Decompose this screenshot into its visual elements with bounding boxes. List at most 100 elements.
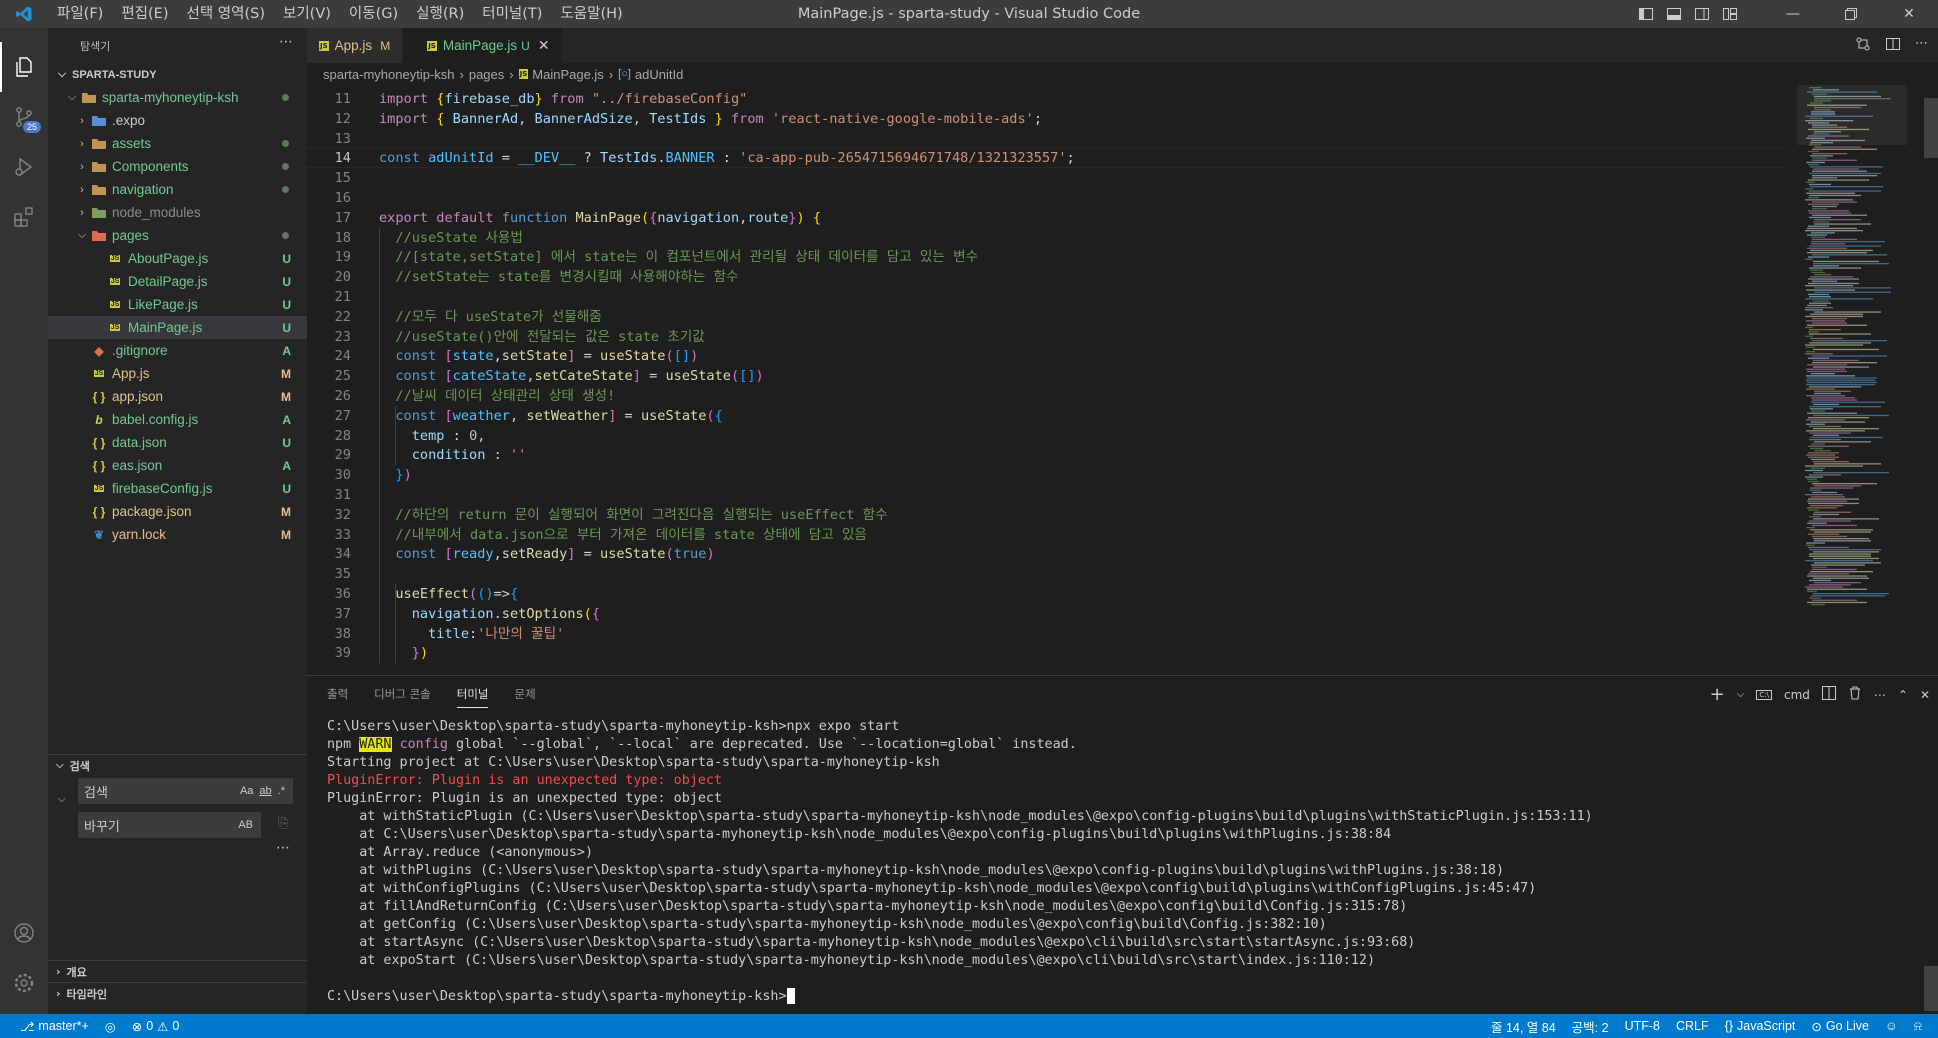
file-item[interactable]: ◆ .gitignore A: [48, 339, 307, 362]
minimize-button[interactable]: —: [1764, 0, 1822, 28]
close-tab-icon[interactable]: ✕: [538, 37, 550, 54]
panel-tab[interactable]: 문제: [514, 686, 535, 702]
folder-item[interactable]: ⌵ pages: [48, 224, 307, 247]
line-ending[interactable]: CRLF: [1668, 1014, 1717, 1038]
menu-item[interactable]: 터미널(T): [473, 0, 551, 28]
preserve-case-icon[interactable]: AB: [238, 819, 253, 831]
file-item[interactable]: JS firebaseConfig.js U: [48, 477, 307, 500]
menu-item[interactable]: 실행(R): [407, 0, 473, 28]
timeline-section[interactable]: › 타임라인: [48, 982, 307, 1004]
restore-button[interactable]: [1822, 0, 1880, 28]
sync-status[interactable]: ◎: [97, 1014, 124, 1038]
trash-icon[interactable]: [1848, 686, 1862, 703]
panel-tab[interactable]: 디버그 콘솔: [374, 686, 431, 702]
menu-item[interactable]: 파일(F): [48, 0, 112, 28]
code-editor[interactable]: 11 import {firebase_db} from "../firebase…: [307, 85, 1797, 675]
replace-input[interactable]: 바꾸기 AB: [78, 812, 261, 838]
chevron-down-icon[interactable]: ⌵: [1737, 689, 1745, 700]
terminal-scrollbar[interactable]: [1924, 966, 1938, 1011]
editor-scrollbar[interactable]: [1924, 85, 1938, 675]
file-item[interactable]: { } data.json U: [48, 431, 307, 454]
breadcrumb-item[interactable]: adUnitId: [635, 67, 683, 82]
shell-name[interactable]: cmd: [1784, 688, 1810, 702]
go-live-button[interactable]: ⊙ Go Live: [1803, 1014, 1877, 1038]
more-actions-icon[interactable]: ⋯: [279, 34, 293, 50]
split-terminal-icon[interactable]: [1821, 686, 1836, 703]
tab-app-js[interactable]: JS App.js M: [307, 28, 404, 63]
scrollbar-thumb[interactable]: [1924, 98, 1938, 158]
more-actions-icon[interactable]: ⋯: [1874, 688, 1886, 702]
folder-item[interactable]: › Components: [48, 155, 307, 178]
file-item[interactable]: { } package.json M: [48, 500, 307, 523]
file-item[interactable]: JS MainPage.js U: [48, 316, 307, 339]
terminal-cursor: [786, 988, 795, 1004]
status-bar: ⎇ master*+ ◎ ⊗ 0 ⚠ 0 줄 14, 열 84 공백: 2 UT…: [0, 1014, 1938, 1038]
menu-item[interactable]: 선택 영역(S): [178, 0, 275, 28]
file-item[interactable]: JS DetailPage.js U: [48, 270, 307, 293]
settings-gear-icon[interactable]: [0, 958, 48, 1008]
regex-icon[interactable]: .*: [278, 785, 285, 797]
breadcrumb-item[interactable]: pages: [469, 67, 504, 82]
maximize-panel-icon[interactable]: ⌃: [1898, 688, 1908, 702]
accounts-icon[interactable]: [0, 908, 48, 958]
menu-item[interactable]: 도움말(H): [551, 0, 631, 28]
run-debug-icon[interactable]: [0, 142, 48, 192]
tree-item-label: firebaseConfig.js: [112, 481, 213, 496]
feedback-icon[interactable]: ☺: [1877, 1014, 1906, 1038]
replace-all-icon[interactable]: ⎘: [278, 816, 288, 831]
toggle-secondary-sidebar-icon[interactable]: [1688, 0, 1716, 28]
customize-layout-icon[interactable]: [1716, 0, 1744, 28]
more-actions-icon[interactable]: ⋯: [1915, 36, 1928, 56]
notifications-icon[interactable]: ⍾: [1906, 1014, 1930, 1038]
minimap[interactable]: [1797, 85, 1922, 675]
panel-tab[interactable]: 출력: [327, 686, 348, 702]
cursor-position[interactable]: 줄 14, 열 84: [1483, 1014, 1564, 1038]
toggle-panel-icon[interactable]: [1660, 0, 1688, 28]
search-details-icon[interactable]: ⋯: [276, 840, 290, 856]
language-mode[interactable]: {} JavaScript: [1717, 1014, 1804, 1038]
breadcrumb-item[interactable]: sparta-myhoneytip-ksh: [323, 67, 455, 82]
encoding[interactable]: UTF-8: [1617, 1014, 1668, 1038]
file-item[interactable]: JS LikePage.js U: [48, 293, 307, 316]
git-status-badge: U: [282, 251, 291, 266]
toggle-sidebar-icon[interactable]: [1632, 0, 1660, 28]
panel-tab[interactable]: 터미널: [456, 686, 489, 708]
folder-item[interactable]: ⌵ sparta-myhoneytip-ksh: [48, 86, 307, 109]
workspace-root[interactable]: ⌵ SPARTA-STUDY: [48, 63, 307, 86]
close-panel-icon[interactable]: ✕: [1920, 688, 1930, 702]
replace-toggle-icon[interactable]: ⌵: [58, 794, 66, 805]
code-line: const [weather, setWeather] = useState({: [395, 407, 723, 424]
folder-item[interactable]: › .expo: [48, 109, 307, 132]
file-item[interactable]: ❦ yarn.lock M: [48, 523, 307, 546]
new-terminal-icon[interactable]: +: [1710, 684, 1725, 705]
match-word-icon[interactable]: ab: [259, 785, 271, 797]
file-item[interactable]: { } eas.json A: [48, 454, 307, 477]
file-item[interactable]: { } app.json M: [48, 385, 307, 408]
indentation[interactable]: 공백: 2: [1564, 1014, 1617, 1038]
file-item[interactable]: JS AboutPage.js U: [48, 247, 307, 270]
folder-item[interactable]: › assets: [48, 132, 307, 155]
tab-mainpage-js[interactable]: JS MainPage.js U ✕: [403, 28, 563, 63]
menu-item[interactable]: 편집(E): [112, 0, 177, 28]
problems-status[interactable]: ⊗ 0 ⚠ 0: [124, 1014, 188, 1038]
terminal-output[interactable]: C:\Users\user\Desktop\sparta-study\spart…: [327, 718, 1917, 1006]
menu-item[interactable]: 이동(G): [340, 0, 407, 28]
tree-item-label: yarn.lock: [112, 527, 167, 542]
breadcrumb-item[interactable]: MainPage.js: [532, 67, 604, 82]
explorer-icon[interactable]: [0, 42, 48, 92]
source-control-icon[interactable]: 25: [0, 92, 48, 142]
match-case-icon[interactable]: Aa: [240, 785, 253, 797]
outline-section[interactable]: › 개요: [48, 960, 307, 982]
open-changes-icon[interactable]: [1855, 36, 1871, 56]
chevron-down-icon: ⌵: [77, 229, 87, 241]
split-editor-icon[interactable]: [1885, 36, 1901, 56]
file-item[interactable]: b babel.config.js A: [48, 408, 307, 431]
extensions-icon[interactable]: [0, 192, 48, 242]
close-window-button[interactable]: ✕: [1880, 0, 1938, 28]
search-input[interactable]: 검색 Aa ab .*: [78, 778, 293, 804]
menu-item[interactable]: 보기(V): [274, 0, 340, 28]
branch-status[interactable]: ⎇ master*+: [0, 1014, 97, 1038]
folder-item[interactable]: › node_modules: [48, 201, 307, 224]
file-item[interactable]: JS App.js M: [48, 362, 307, 385]
folder-item[interactable]: › navigation: [48, 178, 307, 201]
